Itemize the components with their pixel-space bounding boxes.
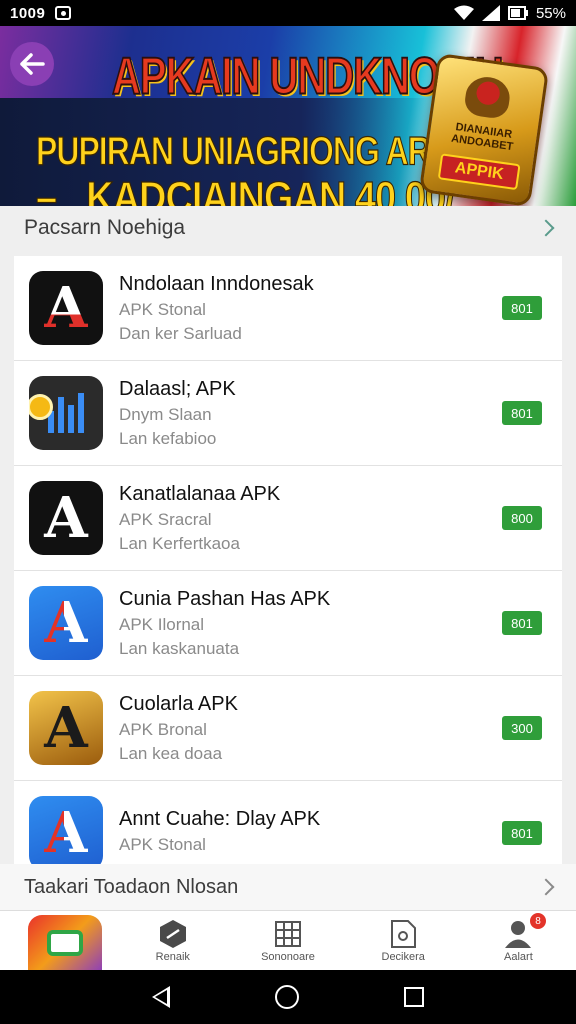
app-description: Dan ker Sarluad xyxy=(119,323,242,343)
battery-icon xyxy=(507,6,528,20)
app-icon: A xyxy=(29,796,103,864)
app-subtitle: APK Stonal xyxy=(119,299,206,319)
nav-item-decikera[interactable]: Decikera xyxy=(346,911,461,970)
download-button[interactable]: 801 xyxy=(502,401,542,425)
app-subtitle: APK Bronal xyxy=(119,719,207,739)
battery-percent: 55% xyxy=(535,4,566,22)
letter-a-icon: A xyxy=(44,800,88,864)
list-item[interactable]: A Annt Cuahe: Dlay APK APK Stonal 801 xyxy=(14,781,562,864)
list-item[interactable]: Dalaasl; APK Dnym Slaan Lan kefabioo 801 xyxy=(14,361,562,466)
user-icon xyxy=(505,920,532,948)
garuda-icon xyxy=(463,74,513,121)
arrow-left-icon xyxy=(20,53,45,75)
emblem-badge: DIANAIIAR ANDOABET APPIK xyxy=(418,52,550,206)
more-link-label: Taakari Toadaon Nlosan xyxy=(24,875,239,898)
app-icon: A xyxy=(29,586,103,660)
list-item[interactable]: A Nndolaan Inndonesak APK Stonal Dan ker… xyxy=(14,256,562,361)
banner-dash: – xyxy=(35,173,57,206)
chevron-right-icon xyxy=(537,219,555,237)
app-subtitle: Dnym Slaan xyxy=(119,404,212,424)
app-subtitle: APK Sracral xyxy=(119,509,212,529)
download-button[interactable]: 801 xyxy=(502,611,542,635)
notification-icon xyxy=(55,6,72,20)
download-button[interactable]: 801 xyxy=(502,821,542,845)
app-subtitle: APK Ilornal xyxy=(119,614,205,634)
banner-tagline: – KADCIAINGAN 40 00/ xyxy=(35,173,456,206)
app-subtitle: APK Stonal xyxy=(119,834,206,854)
document-icon xyxy=(391,919,417,948)
chart-coin-icon xyxy=(48,393,84,433)
badge-label: APPIK xyxy=(437,153,521,191)
list-item[interactable]: A Cuolarla APK APK Bronal Lan kea doaa 3… xyxy=(14,676,562,781)
app-icon xyxy=(29,376,103,450)
bottom-nav: Renaik Sononoare Decikera 8 Aalart xyxy=(0,910,576,971)
wifi-icon xyxy=(453,5,474,20)
more-link[interactable]: Taakari Toadaon Nlosan xyxy=(0,864,576,910)
nav-item-sononoare[interactable]: Sononoare xyxy=(230,911,345,970)
signal-icon xyxy=(481,5,500,21)
nav-item-aalart[interactable]: 8 Aalart xyxy=(461,911,576,970)
notification-badge: 8 xyxy=(530,913,547,929)
nav-label: Renaik xyxy=(155,950,190,963)
nav-item-renaik[interactable]: Renaik xyxy=(115,911,230,970)
app-description: Lan Kerfertkaoa xyxy=(119,533,240,553)
nav-label: Decikera xyxy=(381,950,425,963)
download-button[interactable]: 300 xyxy=(502,716,542,740)
app-description: Lan kea doaa xyxy=(119,743,223,763)
app-list: A Nndolaan Inndonesak APK Stonal Dan ker… xyxy=(14,256,562,864)
app-name: Annt Cuahe: Dlay APK xyxy=(119,807,321,830)
section-header[interactable]: Pacsarn Noehiga xyxy=(0,206,576,250)
app-name: Dalaasl; APK xyxy=(119,377,236,400)
grid-icon xyxy=(275,920,301,947)
letter-a-icon: A xyxy=(44,695,88,761)
system-back-icon[interactable] xyxy=(152,986,171,1008)
download-button[interactable]: 801 xyxy=(502,296,542,320)
nav-label: Sononoare xyxy=(261,950,315,963)
chevron-right-icon xyxy=(537,878,555,896)
nav-label: Aalart xyxy=(504,950,533,963)
download-button[interactable]: 800 xyxy=(502,506,542,530)
list-item[interactable]: A Kanatlalanaa APK APK Sracral Lan Kerfe… xyxy=(14,466,562,571)
nav-item-home[interactable] xyxy=(0,911,115,971)
app-description: Lan kefabioo xyxy=(119,428,217,448)
status-icons: 55% xyxy=(453,4,566,22)
system-recents-icon[interactable] xyxy=(403,987,424,1007)
app-icon: A xyxy=(29,271,103,345)
back-button[interactable] xyxy=(10,42,54,86)
promo-banner[interactable]: APKAIN UNDKNOSIH PUPIRAN UNIAGRIONG AR –… xyxy=(0,26,576,206)
section-title: Pacsarn Noehiga xyxy=(24,216,186,239)
app-name: Cuolarla APK xyxy=(119,692,238,715)
app-name: Nndolaan Inndonesak xyxy=(119,272,314,295)
system-nav-bar xyxy=(0,970,576,1024)
letter-a-icon: A xyxy=(44,485,88,551)
list-item[interactable]: A Cunia Pashan Has APK APK Ilornal Lan k… xyxy=(14,571,562,676)
status-time: 1009 xyxy=(10,4,46,22)
app-name: Cunia Pashan Has APK xyxy=(119,587,331,610)
home-app-icon xyxy=(28,915,102,971)
system-home-icon[interactable] xyxy=(274,985,299,1009)
banner-subtitle: PUPIRAN UNIAGRIONG AR xyxy=(36,127,432,173)
banner-tagline-text: KADCIAINGAN 40 00/ xyxy=(86,173,456,206)
app-description: Lan kaskanuata xyxy=(119,638,240,658)
badge-text: DIANAIIAR ANDOABET xyxy=(450,121,514,154)
status-bar: 1009 55% xyxy=(0,0,576,26)
letter-a-icon: A xyxy=(44,275,88,341)
letter-a-icon: A xyxy=(44,590,88,656)
app-name: Kanatlalanaa APK xyxy=(119,482,281,505)
app-icon: A xyxy=(29,691,103,765)
hexagon-icon xyxy=(159,919,186,948)
app-icon: A xyxy=(29,481,103,555)
